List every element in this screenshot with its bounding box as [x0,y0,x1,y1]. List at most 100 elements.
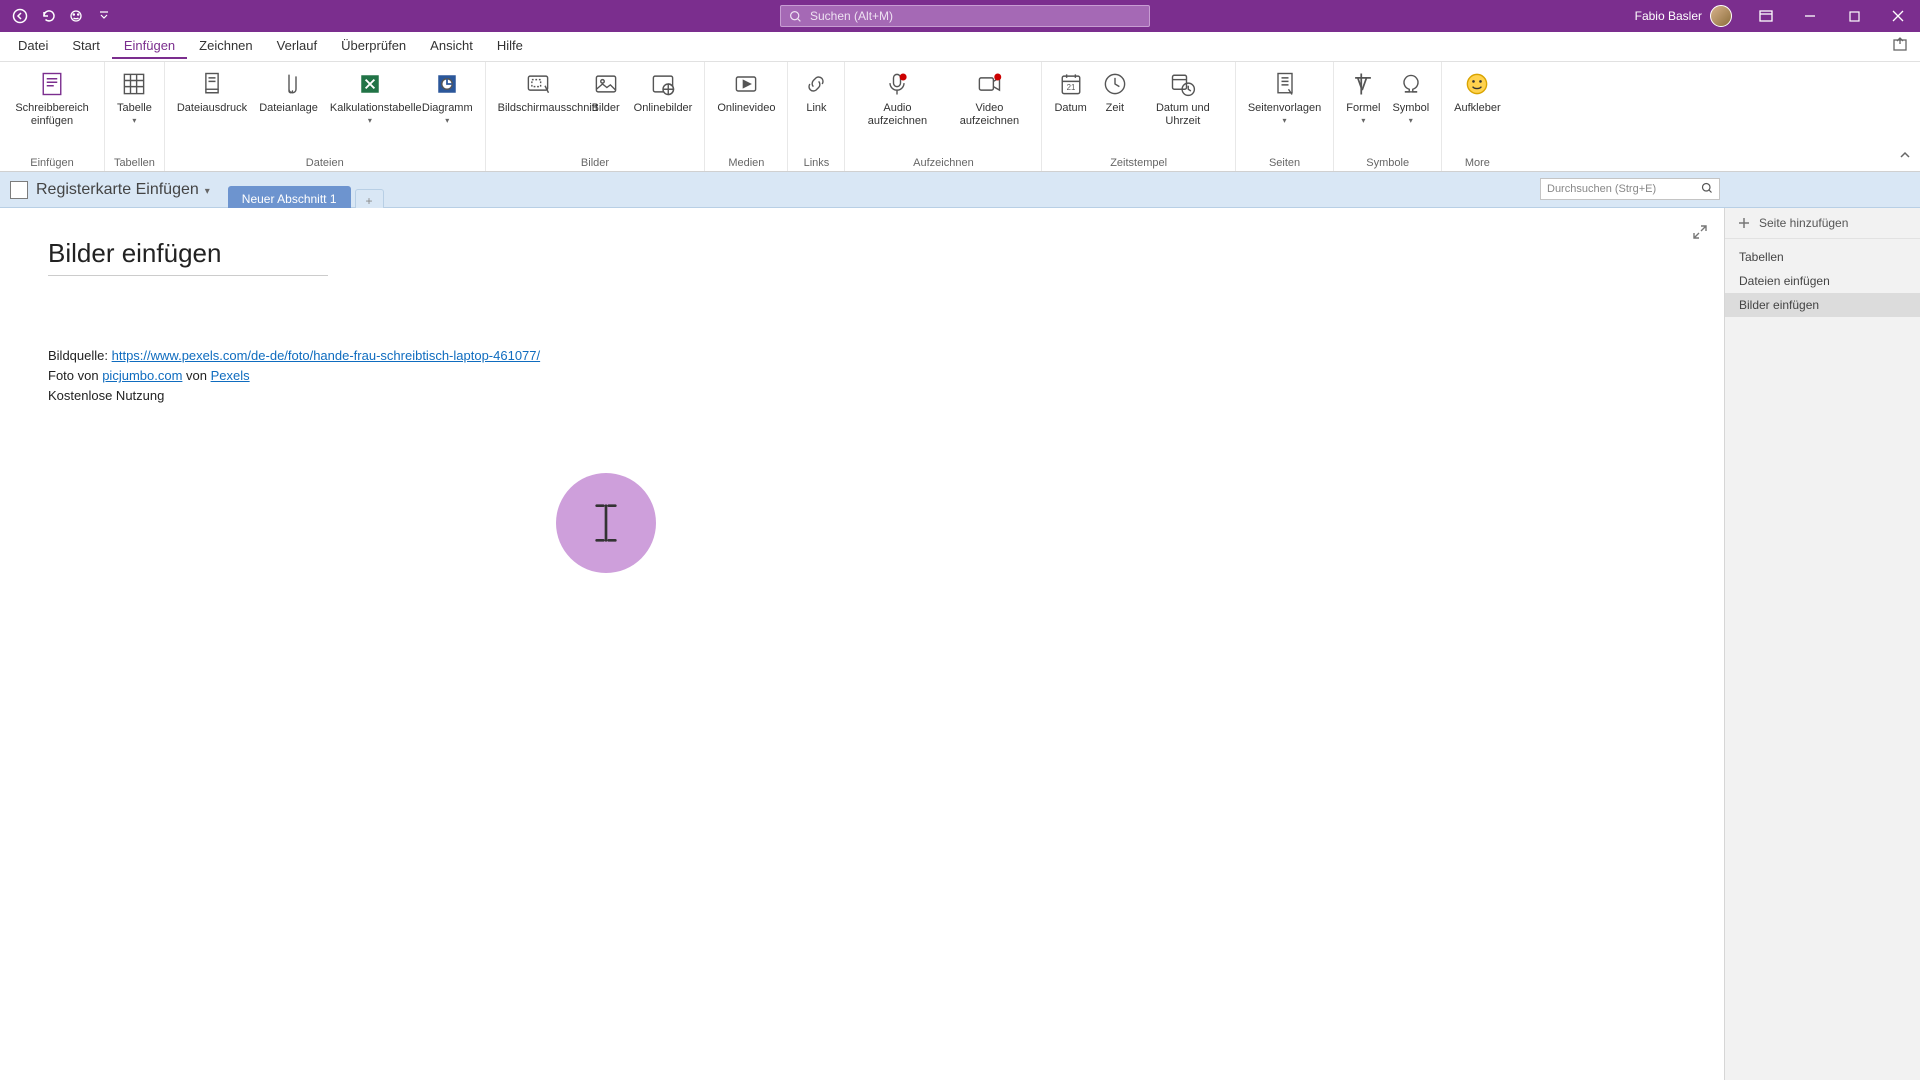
ribbon-bilder-button[interactable]: Bilder [584,66,628,117]
ribbon-label: Symbol [1392,102,1429,115]
onlinebilder-icon [647,68,679,100]
ribbon-label: Schreibbereich einfügen [12,102,92,128]
ribbon-group-label: Medien [711,155,781,171]
chevron-down-icon: ▾ [132,116,136,125]
dateianlage-icon [273,68,305,100]
ribbon-dateiausdruck-button[interactable]: Dateiausdruck [171,66,253,117]
page-search[interactable]: Durchsuchen (Strg+E) [1540,178,1720,200]
page-title[interactable]: Bilder einfügen [48,238,328,276]
bilder-icon [590,68,622,100]
bildschirmausschnitt-icon [522,68,554,100]
author-link[interactable]: picjumbo.com [102,368,182,383]
ribbon-display-options-icon[interactable] [1744,0,1788,32]
title-bar: Bilder einfügen - OneNote Suchen (Alt+M)… [0,0,1920,32]
ribbon-video-button[interactable]: Video aufzeichnen [943,66,1035,130]
ribbon-label: Audio aufzeichnen [857,102,937,128]
page-list-item[interactable]: Bilder einfügen [1725,293,1920,317]
touch-mode-icon[interactable] [64,4,88,28]
ribbon-group-label: More [1448,155,1506,171]
ribbon-symbol-button[interactable]: Symbol▾ [1386,66,1435,127]
ribbon-dateianlage-button[interactable]: Dateianlage [253,66,324,117]
onlinevideo-icon [730,68,762,100]
ribbon-onlinebilder-button[interactable]: Onlinebilder [628,66,699,117]
zeit-icon [1099,68,1131,100]
minimize-icon[interactable] [1788,0,1832,32]
maximize-icon[interactable] [1832,0,1876,32]
ribbon-datum-button[interactable]: 21Datum [1048,66,1092,117]
add-page-label: Seite hinzufügen [1759,216,1848,230]
page-body[interactable]: Bildquelle: https://www.pexels.com/de-de… [48,346,1724,406]
ribbon-audio-button[interactable]: Audio aufzeichnen [851,66,943,130]
ribbon-aufkleber-button[interactable]: Aufkleber [1448,66,1506,117]
site-link[interactable]: Pexels [211,368,250,383]
license-line: Kostenlose Nutzung [48,386,1724,406]
chevron-down-icon: ▾ [1361,116,1365,125]
notebook-dropdown[interactable]: Registerkarte Einfügen [36,181,210,199]
back-icon[interactable] [8,4,32,28]
menu-einfügen[interactable]: Einfügen [112,34,187,59]
ribbon-zeit-button[interactable]: Zeit [1093,66,1137,117]
dateiausdruck-icon [196,68,228,100]
ribbon-formel-button[interactable]: Formel▾ [1340,66,1386,127]
chevron-down-icon: ▾ [368,116,372,125]
ribbon-label: Aufkleber [1454,102,1500,115]
chevron-down-icon: ▾ [1283,116,1287,125]
menu-überprüfen[interactable]: Überprüfen [329,34,418,59]
add-page-button[interactable]: Seite hinzufügen [1725,208,1920,239]
ribbon-label: Diagramm [422,102,473,115]
ribbon-label: Zeit [1106,102,1124,115]
source-label: Bildquelle: [48,348,112,363]
ribbon-group-label: Zeitstempel [1048,155,1228,171]
menu-datei[interactable]: Datei [6,34,60,59]
expand-page-icon[interactable] [1692,224,1708,245]
ribbon-label: Formel [1346,102,1380,115]
credit-prefix: Foto von [48,368,102,383]
avatar [1710,5,1732,27]
datum-icon: 21 [1055,68,1087,100]
aufkleber-icon [1461,68,1493,100]
menu-start[interactable]: Start [60,34,111,59]
seitenvorlagen-icon [1269,68,1301,100]
ribbon-datum-uhrzeit-button[interactable]: Datum und Uhrzeit [1137,66,1229,130]
source-link[interactable]: https://www.pexels.com/de-de/foto/hande-… [112,348,541,363]
symbol-icon [1395,68,1427,100]
menu-hilfe[interactable]: Hilfe [485,34,535,59]
ribbon-group-aufzeichnen: Audio aufzeichnenVideo aufzeichnenAufzei… [845,62,1042,171]
collapse-ribbon-icon[interactable] [1898,148,1912,167]
ribbon-label: Dateianlage [259,102,318,115]
ribbon-group-zeitstempel: 21Datum Zeit Datum und Uhrzeit Zeitstempel [1042,62,1235,171]
ribbon-label: Onlinevideo [717,102,775,115]
menu-ansicht[interactable]: Ansicht [418,34,485,59]
page-list-item[interactable]: Tabellen [1725,245,1920,269]
cursor-highlight [556,473,656,573]
ribbon-schreibbereich-button[interactable]: Schreibbereich einfügen [6,66,98,130]
chevron-down-icon [205,181,210,199]
ribbon-kalkulationstabelle-button[interactable]: Kalkulationstabelle▾ [324,66,416,127]
ribbon-link-button[interactable]: Link [794,66,838,117]
ribbon-label: Tabelle [117,102,152,115]
ribbon-group-label: Dateien [171,155,479,171]
account-button[interactable]: Fabio Basler [1635,5,1744,27]
global-search[interactable]: Suchen (Alt+M) [780,5,1150,27]
audio-icon [881,68,913,100]
ribbon-label: Seitenvorlagen [1248,102,1321,115]
ribbon-group-seiten: Seitenvorlagen▾Seiten [1236,62,1334,171]
qat-customize-icon[interactable] [92,4,116,28]
ribbon-onlinevideo-button[interactable]: Onlinevideo [711,66,781,117]
ribbon-tabelle-button[interactable]: Tabelle▾ [111,66,158,127]
ribbon-label: Bilder [592,102,620,115]
ribbon-group-links: LinkLinks [788,62,845,171]
datum-uhrzeit-icon [1167,68,1199,100]
page-canvas[interactable]: Bilder einfügen Bildquelle: https://www.… [0,208,1724,1080]
close-icon[interactable] [1876,0,1920,32]
share-icon[interactable] [1892,36,1912,56]
undo-icon[interactable] [36,4,60,28]
ribbon-seitenvorlagen-button[interactable]: Seitenvorlagen▾ [1242,66,1327,127]
kalkulationstabelle-icon [354,68,386,100]
ribbon-diagramm-button[interactable]: Diagramm▾ [416,66,479,127]
ribbon-group-medien: Onlinevideo Medien [705,62,788,171]
ribbon-bildschirmausschnitt-button[interactable]: Bildschirmausschnitt [492,66,584,117]
menu-zeichnen[interactable]: Zeichnen [187,34,264,59]
page-list-item[interactable]: Dateien einfügen [1725,269,1920,293]
menu-verlauf[interactable]: Verlauf [265,34,329,59]
